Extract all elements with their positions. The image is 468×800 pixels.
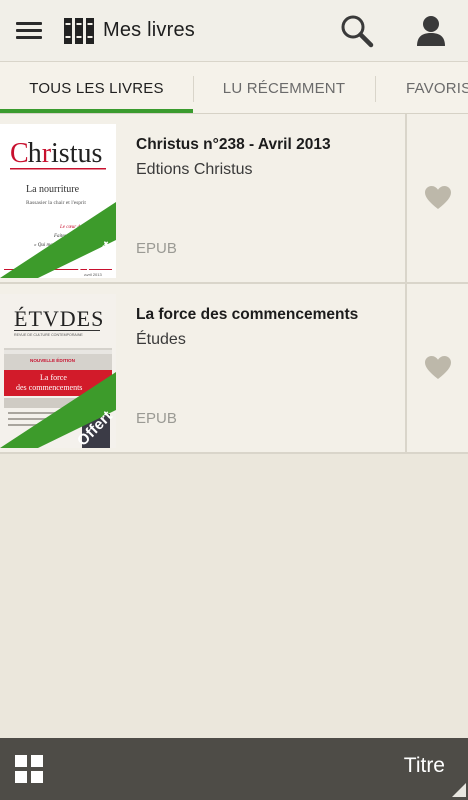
svg-text:La force: La force xyxy=(40,373,67,382)
tab-favorites[interactable]: FAVORIS xyxy=(375,62,468,113)
favorite-button[interactable] xyxy=(405,284,468,452)
book-cover-etudes[interactable]: ÉTVDES REVUE DE CULTURE CONTEMPORAINE NO… xyxy=(0,294,116,448)
search-button[interactable] xyxy=(320,0,394,62)
book-list-item[interactable]: Christus La nourriture Rassasier la chai… xyxy=(0,114,468,284)
page-title: Mes livres xyxy=(103,19,196,41)
svg-text:La nourriture: La nourriture xyxy=(26,184,80,195)
grid-view-icon xyxy=(15,755,43,783)
heart-icon xyxy=(424,356,451,379)
account-icon xyxy=(417,15,445,46)
cover-masthead: ÉTVDES xyxy=(14,306,104,331)
sort-corner-icon xyxy=(452,783,466,797)
svg-text:Rassasier la chair et l'esprit: Rassasier la chair et l'esprit xyxy=(26,200,86,206)
book-title: Christus n°238 - Avril 2013 xyxy=(136,136,331,153)
tab-bar: TOUS LES LIVRES LU RÉCEMMENT FAVORIS xyxy=(0,62,468,114)
library-icon xyxy=(64,17,94,44)
book-cover-christus[interactable]: Christus La nourriture Rassasier la chai… xyxy=(0,124,116,278)
cover-masthead: Christus xyxy=(10,138,102,169)
sort-label: Titre xyxy=(403,754,445,777)
svg-text:NOUVELLE ÉDITION: NOUVELLE ÉDITION xyxy=(30,356,76,363)
favorite-button[interactable] xyxy=(405,114,468,282)
grid-view-button[interactable] xyxy=(14,754,46,786)
bottom-bar: Titre xyxy=(0,738,468,800)
menu-button[interactable] xyxy=(0,0,58,62)
book-list-item[interactable]: ÉTVDES REVUE DE CULTURE CONTEMPORAINE NO… xyxy=(0,284,468,454)
book-format: EPUB xyxy=(136,410,177,427)
book-title: La force des commencements xyxy=(136,306,359,323)
book-format: EPUB xyxy=(136,240,177,257)
tab-all-books[interactable]: TOUS LES LIVRES xyxy=(0,62,193,113)
svg-text:REVUE DE CULTURE CONTEMPORAINE: REVUE DE CULTURE CONTEMPORAINE xyxy=(14,333,83,337)
tab-recently-read[interactable]: LU RÉCEMMENT xyxy=(193,62,375,113)
svg-text:des commencements: des commencements xyxy=(16,383,82,392)
sort-button[interactable]: Titre xyxy=(358,738,468,800)
book-author: Études xyxy=(136,331,186,348)
heart-icon xyxy=(424,186,451,209)
app-bar: Mes livres xyxy=(0,0,468,62)
search-icon xyxy=(341,15,374,47)
active-tab-indicator xyxy=(0,109,193,113)
book-author: Edtions Christus xyxy=(136,161,253,178)
book-list: Christus La nourriture Rassasier la chai… xyxy=(0,114,468,454)
menu-icon xyxy=(16,18,42,43)
account-button[interactable] xyxy=(394,0,468,62)
